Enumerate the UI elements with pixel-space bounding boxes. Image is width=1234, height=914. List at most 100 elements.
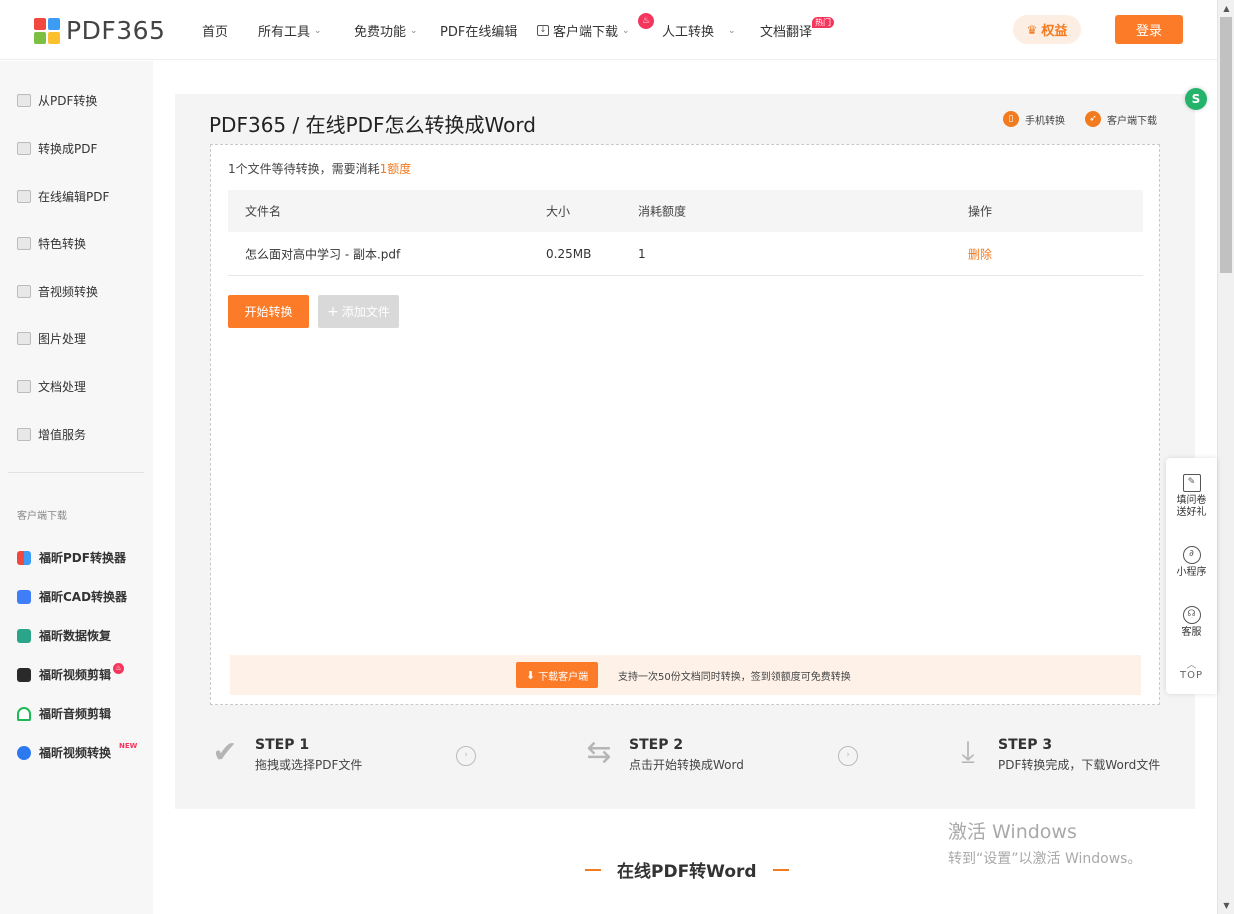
windows-activation-watermark: 激活 Windows 转到“设置”以激活 Windows。 [948,821,1142,867]
file-drop-zone[interactable]: 1个文件等待转换，需要消耗1额度 文件名 大小 消耗额度 操作 怎么面对高中学习… [210,144,1160,705]
video-icon [17,285,31,298]
download-video-converter[interactable]: 福昕视频转换 NEW [17,741,138,761]
chevron-down-icon: ⌄ [728,25,736,36]
nav-home[interactable]: 首页 [202,21,228,40]
left-sidebar: 从PDF转换 转换成PDF 在线编辑PDF 特色转换 音视频转换 图片处理 文档… [0,61,153,914]
video-convert-icon [17,745,31,760]
convert-icon [17,142,31,155]
file-table: 文件名 大小 消耗额度 操作 怎么面对高中学习 - 副本.pdf 0.25MB … [228,190,1143,276]
download-section-label: 客户端下载 [17,511,67,522]
step-desc: 点击开始转换成Word [629,758,744,772]
file-name: 怎么面对高中学习 - 副本.pdf [245,247,401,261]
pending-info: 1个文件等待转换，需要消耗1额度 [228,162,412,176]
sidebar-item-document[interactable]: 文档处理 [17,378,86,395]
miniprogram-button[interactable]: ∂ 小程序 [1166,546,1217,579]
fire-icon: ♨ [113,663,125,674]
section-title: 在线PDF转Word [585,857,789,882]
document-icon [17,380,31,393]
miniprogram-icon: ∂ [1182,546,1201,564]
sidebar-item-edit-pdf[interactable]: 在线编辑PDF [17,188,109,205]
green-s-icon[interactable]: S [1185,88,1207,110]
chevron-right-icon: › [456,746,476,766]
crown-icon: ♛ [1026,22,1038,37]
rocket-icon: ➶ [1085,111,1101,127]
chevron-down-icon: ⌄ [622,25,630,36]
download-data-recovery[interactable]: 福昕数据恢复 [17,627,111,644]
customer-service-button[interactable]: ☊ 客服 [1166,606,1217,639]
edit-icon [17,190,31,203]
logo-text: PDF365 [66,16,166,45]
chevron-up-icon: ︿ [1186,660,1197,671]
download-icon: ⤓ [961,735,975,770]
cad-icon [17,589,31,604]
nav-manual-convert[interactable]: 人工转换 ⌄ [662,21,736,40]
divider-dash [772,868,789,871]
nav-doc-translate[interactable]: 文档翻译 [760,21,812,40]
back-to-top-button[interactable]: ︿ TOP [1166,660,1217,682]
step-title: STEP 2 [629,737,684,753]
image-icon [17,332,31,345]
chevron-right-icon: › [838,746,858,766]
top-header: PDF365 首页 所有工具 ⌄ 免费功能 ⌄ PDF在线编辑 ↓ 客户端下载 ⌄ ♨… [0,0,1217,60]
step-3: ⤓ STEP 3 PDF转换完成，下载Word文件 [952,737,1160,773]
step-desc: 拖拽或选择PDF文件 [255,758,363,772]
delete-link[interactable]: 删除 [968,245,992,262]
survey-button[interactable]: ✎ 填问卷送好礼 [1166,474,1217,519]
step-desc: PDF转换完成，下载Word文件 [998,758,1161,772]
mobile-convert-link[interactable]: ▯ 手机转换 [1003,111,1065,127]
phone-icon: ▯ [1003,111,1019,127]
promo-text: 支持一次50份文档同时转换，签到领额度可免费转换 [618,672,851,683]
col-header-size: 大小 [546,204,571,219]
scroll-down-arrow-icon[interactable]: ▼ [1218,897,1234,914]
file-size: 0.25MB [546,246,592,261]
divider-dash [585,868,601,871]
step-title: STEP 3 [998,737,1053,753]
sidebar-item-special[interactable]: 特色转换 [17,235,86,252]
nav-free-features[interactable]: 免费功能 ⌄ [354,21,418,40]
add-file-button[interactable]: + 添加文件 [318,295,399,328]
step-1: ✔ STEP 1 拖拽或选择PDF文件 [209,737,362,773]
page-title: PDF365 / 在线PDF怎么转换成Word [209,113,536,137]
windows-logo-icon [17,550,31,565]
scroll-up-arrow-icon[interactable]: ▲ [1218,0,1234,17]
step-title: STEP 1 [255,737,310,753]
download-pdf-converter[interactable]: 福昕PDF转换器 [17,549,126,566]
sidebar-item-image[interactable]: 图片处理 [17,330,86,347]
nav-all-tools[interactable]: 所有工具 ⌄ [258,21,322,40]
vip-benefits-button[interactable]: ♛ 权益 [1013,15,1081,44]
download-box-icon: ↓ [537,25,549,36]
step-2: ⇆ STEP 2 点击开始转换成Word [583,735,744,773]
sidebar-item-to-pdf[interactable]: 转换成PDF [17,140,97,157]
nav-pdf-online-edit[interactable]: PDF在线编辑 [440,21,517,40]
file-cost: 1 [638,246,646,261]
new-badge: NEW [119,741,138,750]
headphone-icon [17,706,31,721]
list-icon [17,428,31,441]
col-header-filename: 文件名 [245,204,282,219]
swap-icon: ⇆ [586,735,612,770]
convert-icon [17,94,31,107]
download-client-button[interactable]: ⬇ 下载客户端 [516,662,598,688]
start-convert-button[interactable]: 开始转换 [228,295,309,328]
sidebar-item-value-added[interactable]: 增值服务 [17,426,86,443]
nav-client-download[interactable]: ↓ 客户端下载 ⌄ [537,21,630,40]
login-button[interactable]: 登录 [1115,15,1183,44]
sidebar-item-from-pdf[interactable]: 从PDF转换 [17,92,97,109]
scrollbar-thumb[interactable] [1220,17,1232,273]
check-icon: ✔ [212,735,238,770]
download-video-editor[interactable]: 福昕视频剪辑 ♨ [17,663,130,683]
floating-toolbar: ✎ 填问卷送好礼 ∂ 小程序 ☊ 客服 ︿ TOP [1166,458,1217,694]
sidebar-divider [8,472,144,473]
page-scrollbar[interactable]: ▲ ▼ [1217,0,1234,914]
download-audio-editor[interactable]: 福昕音频剪辑 [17,705,111,722]
recovery-icon [17,628,31,643]
sidebar-item-av[interactable]: 音视频转换 [17,283,98,300]
col-header-cost: 消耗额度 [638,204,687,219]
download-cad-converter[interactable]: 福昕CAD转换器 [17,588,127,605]
chevron-down-icon: ⌄ [314,25,322,36]
headset-icon: ☊ [1182,606,1201,624]
fire-icon: ♨ [638,13,654,29]
logo[interactable]: PDF365 [34,16,165,45]
promo-banner: ⬇ 下载客户端 支持一次50份文档同时转换，签到领额度可免费转换 [230,655,1141,695]
client-download-link[interactable]: ➶ 客户端下载 [1085,111,1157,127]
